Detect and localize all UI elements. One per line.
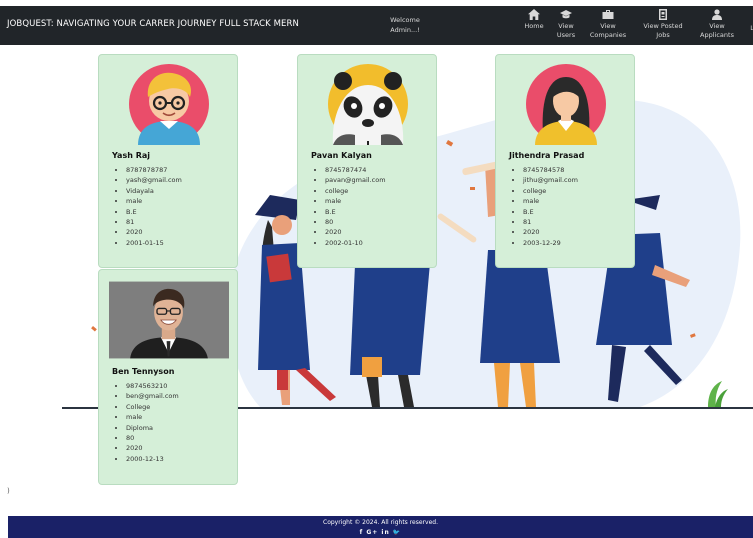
facebook-icon[interactable]: f xyxy=(360,529,364,536)
welcome-text: Welcome Admin...! xyxy=(382,15,428,35)
applicant-name: Ben Tennyson xyxy=(112,367,175,376)
nav-view-users-label: View Users xyxy=(556,22,576,39)
avatar xyxy=(308,63,428,145)
applicant-details-list: 8745784578 jithu@gmail.com college male … xyxy=(523,165,626,248)
applicant-email: pavan@gmail.com xyxy=(325,175,428,185)
applicant-phone: 8745787474 xyxy=(325,165,428,175)
applicant-institution: college xyxy=(523,186,626,196)
applicant-name: Jithendra Prasad xyxy=(509,151,585,160)
applicant-passout-year: 2020 xyxy=(126,443,229,453)
applicant-name: Yash Raj xyxy=(112,151,150,160)
nav-view-posted-jobs[interactable]: View Posted Jobs xyxy=(640,9,686,40)
stray-text: ) xyxy=(7,487,10,495)
boy-with-glasses-avatar xyxy=(129,64,209,145)
applicant-percentage: 81 xyxy=(126,217,229,227)
google-plus-icon[interactable]: G+ xyxy=(366,529,378,536)
welcome-label: Welcome xyxy=(390,16,420,24)
applicant-qualification: B.E xyxy=(523,207,626,217)
applicant-gender: male xyxy=(523,196,626,206)
user-icon xyxy=(711,9,723,20)
applicant-qualification: Diploma xyxy=(126,423,229,433)
applicant-passout-year: 2020 xyxy=(325,227,428,237)
applicant-details-list: 8745787474 pavan@gmail.com college male … xyxy=(325,165,428,248)
footer: Copyright © 2024. All rights reserved. f… xyxy=(8,516,753,538)
applicant-phone: 8745784578 xyxy=(523,165,626,175)
applicant-gender: male xyxy=(325,196,428,206)
applicant-gender: male xyxy=(126,412,229,422)
nav-logout[interactable]: Lo xyxy=(744,24,753,33)
smiling-man-photo xyxy=(109,281,229,358)
applicant-percentage: 80 xyxy=(126,433,229,443)
applicant-phone: 8787878787 xyxy=(126,165,229,175)
applicant-percentage: 80 xyxy=(325,217,428,227)
applicant-institution: College xyxy=(126,402,229,412)
applicant-phone: 9874563210 xyxy=(126,381,229,391)
nav-home[interactable]: Home xyxy=(519,9,549,31)
applicant-dob: 2000-12-13 xyxy=(126,454,229,464)
applicant-percentage: 81 xyxy=(523,217,626,227)
applicant-email: ben@gmail.com xyxy=(126,391,229,401)
avatar xyxy=(506,63,626,145)
applicant-institution: college xyxy=(325,186,428,196)
nav-home-label: Home xyxy=(524,22,544,30)
linkedin-icon[interactable]: in xyxy=(381,529,389,536)
twitter-icon[interactable]: 🐦 xyxy=(393,529,401,536)
copyright-text: Copyright © 2024. All rights reserved. xyxy=(323,519,438,526)
applicant-card: Jithendra Prasad 8745784578 jithu@gmail.… xyxy=(495,54,635,268)
nav-view-companies[interactable]: View Companies xyxy=(588,9,628,40)
social-links: f G+ in 🐦 xyxy=(8,528,753,537)
applicant-dob: 2003-12-29 xyxy=(523,238,626,248)
id-card-icon xyxy=(657,9,669,20)
applicant-institution: Vidayala xyxy=(126,186,229,196)
panda-avatar xyxy=(328,64,408,145)
applicant-email: yash@gmail.com xyxy=(126,175,229,185)
applicant-details-list: 9874563210 ben@gmail.com College male Di… xyxy=(126,381,229,464)
applicant-dob: 2001-01-15 xyxy=(126,238,229,248)
applicant-qualification: B.E xyxy=(325,207,428,217)
applicant-details-list: 8787878787 yash@gmail.com Vidayala male … xyxy=(126,165,229,248)
avatar xyxy=(109,63,229,145)
nav-view-posted-jobs-label: View Posted Jobs xyxy=(643,22,683,39)
applicant-card: Pavan Kalyan 8745787474 pavan@gmail.com … xyxy=(297,54,437,268)
nav-view-users[interactable]: View Users xyxy=(553,9,579,40)
graduation-cap-icon xyxy=(560,9,572,20)
applicant-passout-year: 2020 xyxy=(126,227,229,237)
applicant-card: Ben Tennyson 9874563210 ben@gmail.com Co… xyxy=(98,269,238,485)
avatar xyxy=(109,278,229,361)
applicant-card: Yash Raj 8787878787 yash@gmail.com Viday… xyxy=(98,54,238,268)
nav-view-applicants-label: View Applicants xyxy=(700,22,734,39)
home-icon xyxy=(528,9,540,20)
briefcase-icon xyxy=(602,9,614,20)
top-navbar: JOBQUEST: NAVIGATING YOUR CARRER JOURNEY… xyxy=(0,6,753,45)
woman-avatar xyxy=(526,64,606,145)
applicant-email: jithu@gmail.com xyxy=(523,175,626,185)
applicant-name: Pavan Kalyan xyxy=(311,151,372,160)
welcome-username: Admin...! xyxy=(390,26,420,34)
applicant-dob: 2002-01-10 xyxy=(325,238,428,248)
applicant-gender: male xyxy=(126,196,229,206)
brand-title[interactable]: JOBQUEST: NAVIGATING YOUR CARRER JOURNEY… xyxy=(7,19,299,29)
applicant-passout-year: 2020 xyxy=(523,227,626,237)
applicant-qualification: B.E xyxy=(126,207,229,217)
nav-view-companies-label: View Companies xyxy=(589,22,627,39)
nav-view-applicants[interactable]: View Applicants xyxy=(697,9,737,40)
